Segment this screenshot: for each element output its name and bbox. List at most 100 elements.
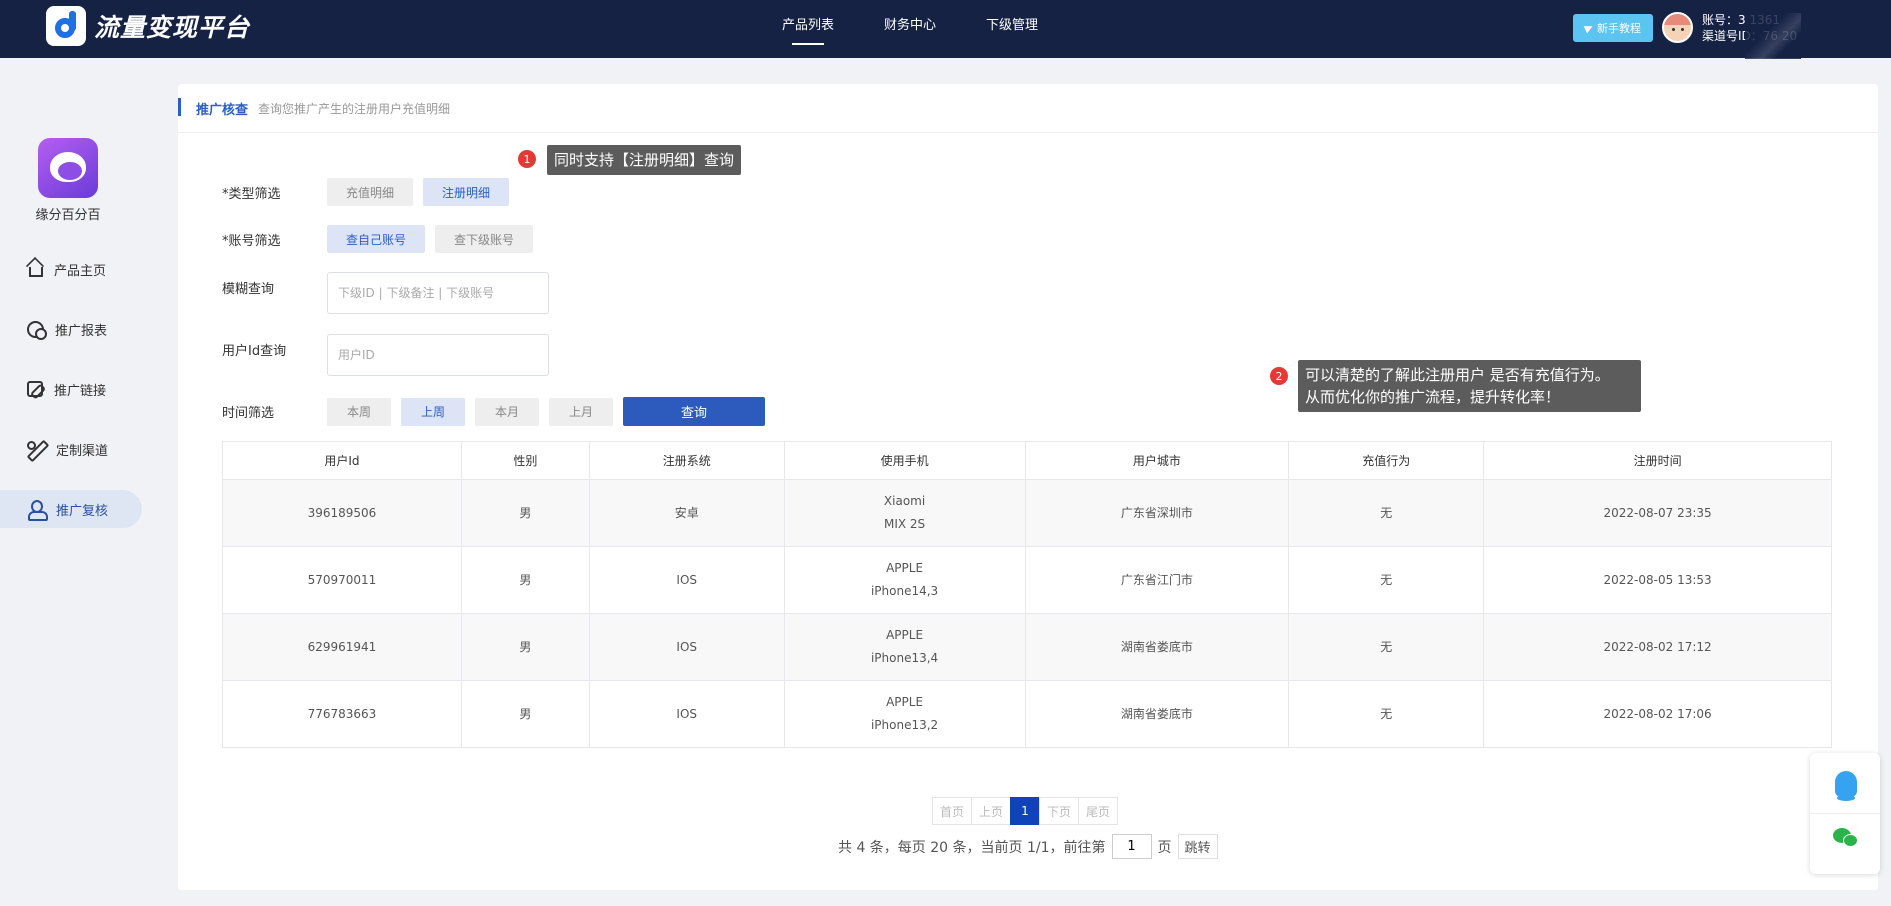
divider	[1810, 813, 1880, 814]
pagination-info: 共 4 条，每页 20 条，当前页 1/1，前往第 页 跳转	[838, 834, 1218, 859]
main-card: 推广核查 查询您推广产生的注册用户充值明细 1 同时支持【注册明细】查询 *类型…	[178, 84, 1878, 890]
table-row: 629961941 男 IOS APPLE iPhone13,4 湖南省娄底市 无…	[222, 613, 1832, 681]
nav-finance-center[interactable]: 财务中心	[884, 0, 936, 58]
nav-product-list[interactable]: 产品列表	[782, 0, 834, 58]
sidebar-item-promotion-review[interactable]: 推广复核	[0, 490, 142, 528]
cell-phone: Xiaomi MIX 2S	[784, 479, 1026, 547]
nav-subordinate-management[interactable]: 下级管理	[986, 0, 1038, 58]
tutorial-button[interactable]: 新手教程	[1573, 14, 1653, 42]
phone-model: iPhone14,3	[870, 584, 939, 598]
time-option-last-month[interactable]: 上月	[549, 397, 613, 426]
cell-recharge: 无	[1288, 613, 1485, 681]
cell-phone: APPLE iPhone13,2	[784, 680, 1026, 748]
type-option-recharge[interactable]: 充值明细	[327, 178, 414, 206]
pagination-summary: 共 4 条，每页 20 条，当前页 1/1，前往第	[838, 839, 1106, 856]
column-header: 注册系统	[589, 441, 785, 480]
cell-phone: APPLE iPhone14,3	[784, 546, 1026, 614]
cell-recharge: 无	[1288, 680, 1485, 748]
fuzzy-search-label: 模糊查询	[222, 282, 275, 297]
jump-button[interactable]: 跳转	[1177, 834, 1218, 859]
prev-page-button[interactable]: 上页	[971, 797, 1011, 825]
sidebar-item-custom-channel[interactable]: 定制渠道	[0, 430, 142, 468]
cell-city: 湖南省娄底市	[1025, 613, 1290, 681]
cell-recharge: 无	[1288, 479, 1485, 547]
userid-search-row: 用户Id查询	[222, 334, 549, 376]
table-row: 776783663 男 IOS APPLE iPhone13,2 湖南省娄底市 无…	[222, 680, 1832, 748]
table-header-row: 用户Id 性别 注册系统 使用手机 用户城市 充值行为 注册时间	[222, 441, 1832, 480]
query-button[interactable]: 查询	[623, 397, 765, 426]
phone-model: MIX 2S	[883, 517, 926, 531]
page-unit-label: 页	[1157, 839, 1172, 856]
fuzzy-search-input[interactable]	[327, 272, 549, 314]
sidebar-item-promotion-link[interactable]: 推广链接	[0, 370, 142, 408]
cell-os: IOS	[589, 613, 785, 681]
logo[interactable]: 流量变现平台	[46, 6, 250, 46]
cell-gender: 男	[461, 546, 590, 614]
tooltip-2: 可以清楚的了解此注册用户 是否有充值行为。 从而优化你的推广流程，提升转化率！	[1298, 360, 1641, 412]
cell-register-time: 2022-08-05 13:53	[1483, 546, 1832, 614]
qq-icon[interactable]	[1835, 771, 1857, 801]
type-filter-label: *类型筛选	[222, 186, 281, 202]
avatar[interactable]	[1662, 12, 1693, 43]
cell-gender: 男	[461, 479, 590, 547]
home-icon	[29, 267, 43, 277]
table-row: 396189506 男 安卓 Xiaomi MIX 2S 广东省深圳市 无 202…	[222, 479, 1832, 547]
app-name: 缘分百分百	[35, 208, 101, 223]
column-header: 性别	[461, 441, 590, 480]
sidebar-item-label: 推广链接	[54, 383, 107, 399]
last-page-button[interactable]: 尾页	[1078, 797, 1118, 825]
time-option-this-month[interactable]: 本月	[475, 397, 539, 426]
userid-search-label: 用户Id查询	[222, 344, 287, 359]
cell-gender: 男	[461, 680, 590, 748]
link-icon	[27, 381, 43, 397]
cell-recharge: 无	[1288, 546, 1485, 614]
cell-user-id: 629961941	[222, 613, 462, 681]
first-page-button[interactable]: 首页	[932, 797, 972, 825]
tip-badge-1: 1	[518, 150, 536, 168]
sidebar-item-label: 推广报表	[55, 323, 108, 339]
type-option-register[interactable]: 注册明细	[423, 178, 510, 206]
userid-input[interactable]	[327, 334, 549, 376]
redaction-mask	[1745, 13, 1801, 59]
cell-os: IOS	[589, 546, 785, 614]
floating-contact-panel	[1810, 753, 1880, 874]
next-page-button[interactable]: 下页	[1039, 797, 1079, 825]
cell-phone: APPLE iPhone13,4	[784, 613, 1026, 681]
customize-icon	[27, 440, 45, 458]
report-icon	[27, 320, 47, 340]
sidebar-item-promotion-report[interactable]: 推广报表	[0, 310, 142, 348]
phone-brand: APPLE	[886, 561, 924, 575]
logo-text: 流量变现平台	[94, 13, 251, 42]
cell-city: 广东省江门市	[1025, 546, 1290, 614]
phone-brand: Xiaomi	[883, 494, 926, 508]
sidebar-item-product-home[interactable]: 产品主页	[0, 250, 142, 288]
phone-model: iPhone13,2	[870, 718, 939, 732]
sidebar: 缘分百分百 产品主页 推广报表 推广链接 定制渠道 推广复核	[0, 58, 162, 906]
page-title: 推广核查	[196, 102, 249, 118]
cell-user-id: 396189506	[222, 479, 462, 547]
fuzzy-search-row: 模糊查询	[222, 272, 549, 314]
app-icon	[38, 138, 98, 198]
table-row: 570970011 男 IOS APPLE iPhone14,3 广东省江门市 无…	[222, 546, 1832, 614]
logo-icon	[46, 6, 86, 46]
time-option-this-week[interactable]: 本周	[327, 397, 391, 426]
column-header: 用户城市	[1025, 441, 1290, 480]
column-header: 充值行为	[1288, 441, 1485, 480]
account-option-self[interactable]: 查自己账号	[327, 225, 426, 253]
jump-page-input[interactable]	[1111, 834, 1152, 859]
tip-badge-2: 2	[1270, 367, 1288, 385]
top-nav: 产品列表 财务中心 下级管理	[782, 0, 1088, 58]
cell-user-id: 570970011	[222, 546, 462, 614]
time-option-last-week[interactable]: 上周	[401, 397, 465, 426]
current-page-button[interactable]: 1	[1010, 797, 1040, 825]
time-filter-row: 时间筛选 本周 上周 本月 上月 查询	[222, 397, 765, 426]
sidebar-item-label: 定制渠道	[56, 443, 109, 459]
type-filter-row: *类型筛选 充值明细 注册明细	[222, 178, 519, 206]
account-option-subordinate[interactable]: 查下级账号	[435, 225, 534, 253]
time-filter-label: 时间筛选	[222, 406, 275, 421]
sidebar-item-label: 产品主页	[54, 263, 107, 279]
cell-register-time: 2022-08-02 17:12	[1483, 613, 1832, 681]
phone-model: iPhone13,4	[870, 651, 939, 665]
user-check-icon	[27, 500, 48, 521]
page-subtitle: 查询您推广产生的注册用户充值明细	[258, 101, 451, 116]
